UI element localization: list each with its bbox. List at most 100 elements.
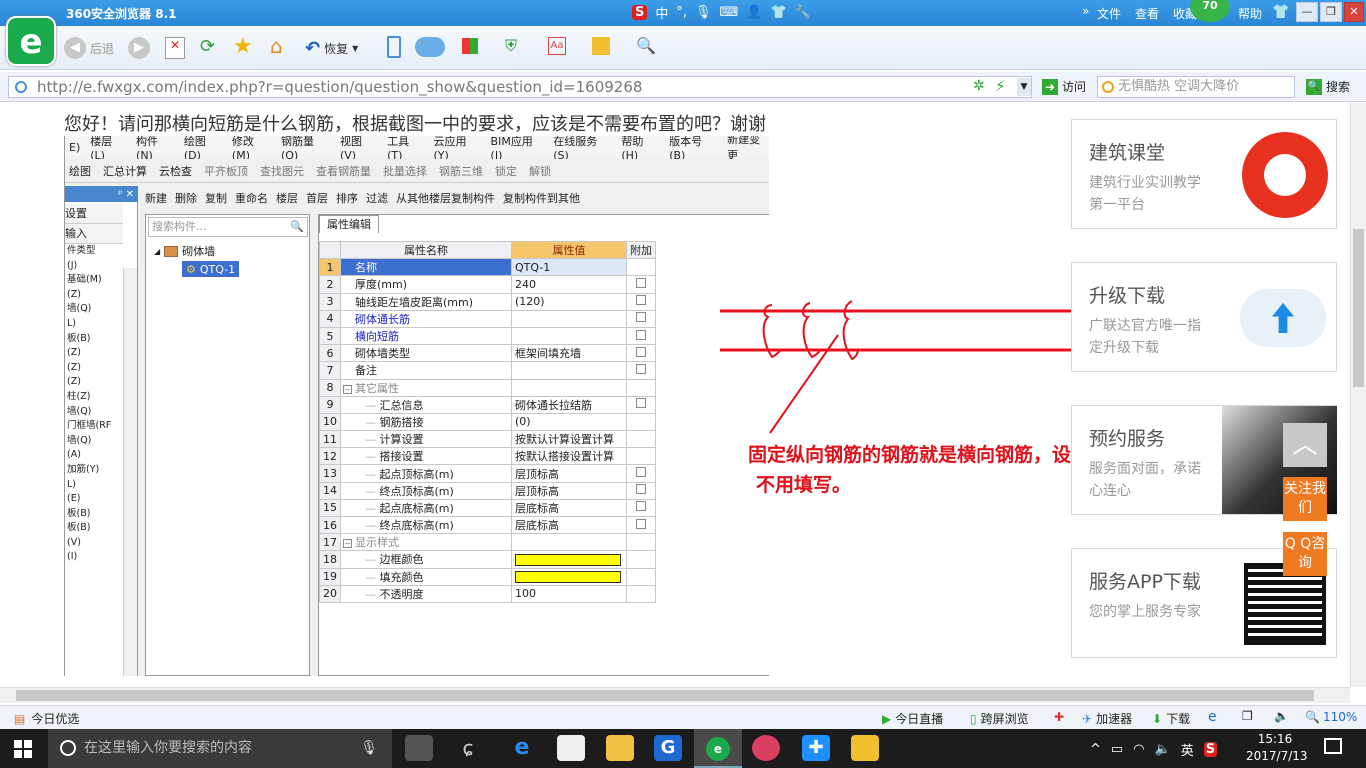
property-value[interactable] bbox=[511, 326, 627, 346]
property-value[interactable] bbox=[511, 378, 627, 397]
screenshot-icon[interactable] bbox=[592, 37, 610, 55]
go-button[interactable]: ➜ 访问 bbox=[1042, 78, 1086, 95]
module-scrollbar[interactable] bbox=[123, 268, 137, 676]
property-row[interactable]: 4 砌体通长筋 bbox=[319, 309, 656, 328]
software-toolbar2-button[interactable]: 复制构件到其他 bbox=[503, 190, 580, 206]
addon-checkbox[interactable] bbox=[636, 484, 646, 495]
browser-logo[interactable]: e bbox=[6, 16, 56, 66]
extension-icon[interactable]: ✚ bbox=[1054, 710, 1064, 724]
property-value[interactable]: 按默认计算设置计算 bbox=[511, 430, 627, 449]
property-row[interactable]: 11— 计算设置 按默认计算设置计算 bbox=[319, 430, 656, 449]
software-menu-item[interactable]: 视图(V) bbox=[340, 136, 377, 162]
property-row[interactable]: 8− 其它属性 bbox=[319, 378, 656, 397]
collapse-icon[interactable]: − bbox=[343, 384, 352, 394]
taskbar-search[interactable]: 在这里输入你要搜索的内容 🎙 bbox=[48, 729, 392, 768]
property-row[interactable]: 9— 汇总信息 砌体通长拉结筋 bbox=[319, 395, 656, 414]
window-icon[interactable]: ❐ bbox=[1242, 709, 1253, 723]
close-tab-icon[interactable]: ✕ bbox=[165, 37, 185, 59]
color-swatch[interactable] bbox=[515, 553, 621, 566]
zoom-control[interactable]: 🔍 110% bbox=[1305, 710, 1357, 724]
module-list-item[interactable]: 板(B) bbox=[65, 521, 123, 536]
property-value[interactable]: QTQ-1 bbox=[511, 258, 627, 277]
property-addon[interactable] bbox=[626, 326, 656, 346]
module-list-item[interactable]: L) bbox=[65, 317, 123, 332]
software-menu-item[interactable]: 修改(M) bbox=[232, 136, 271, 162]
favorite-star-icon[interactable]: ★ bbox=[233, 34, 253, 59]
sogou-tray-icon[interactable]: S bbox=[1203, 742, 1218, 757]
addon-checkbox[interactable] bbox=[636, 346, 646, 357]
property-value[interactable]: 砌体通长拉结筋 bbox=[511, 395, 627, 414]
loading-icon[interactable]: ✲ bbox=[973, 78, 985, 94]
addon-checkbox[interactable] bbox=[636, 312, 646, 323]
property-row[interactable]: 2 厚度(mm) 240 bbox=[319, 275, 656, 294]
glodon-app-icon[interactable]: G bbox=[654, 735, 682, 761]
maximize-button[interactable]: ❐ bbox=[1320, 2, 1342, 22]
menu-file[interactable]: 文件 bbox=[1097, 5, 1121, 22]
lightning-icon[interactable]: ⚡ bbox=[995, 77, 1006, 95]
forward-button[interactable]: ▶ bbox=[128, 37, 150, 59]
property-value[interactable]: 按默认搭接设置计算 bbox=[511, 447, 627, 466]
software-toolbar-button[interactable]: 汇总计算 bbox=[103, 163, 147, 179]
minimize-button[interactable]: — bbox=[1296, 2, 1318, 22]
module-list-item[interactable]: (Z) bbox=[65, 375, 123, 390]
taskview-icon[interactable] bbox=[405, 735, 433, 761]
search-button[interactable]: 🔍 搜索 bbox=[1306, 78, 1350, 95]
software-toolbar2-button[interactable]: 复制 bbox=[205, 190, 227, 206]
back-to-top-button[interactable]: ︿ bbox=[1283, 423, 1327, 467]
property-addon[interactable] bbox=[626, 498, 656, 518]
software-toolbar-button[interactable]: 云检查 bbox=[159, 163, 192, 179]
back-button[interactable]: ◀ 后退 bbox=[64, 36, 114, 60]
property-value[interactable]: 框架间填充墙 bbox=[511, 344, 627, 363]
module-list-item[interactable]: 加筋(Y) bbox=[65, 463, 123, 478]
property-value[interactable]: 层顶标高 bbox=[511, 464, 627, 483]
ie-icon[interactable]: e bbox=[1208, 709, 1217, 725]
property-addon[interactable] bbox=[626, 395, 656, 414]
property-row[interactable]: 12— 搭接设置 按默认搭接设置计算 bbox=[319, 447, 656, 466]
ad-card-download[interactable]: 升级下载 广联达官方唯一指定升级下载 bbox=[1071, 262, 1337, 372]
property-addon[interactable] bbox=[626, 515, 656, 535]
property-value[interactable]: (0) bbox=[511, 412, 627, 432]
software-menu-item[interactable]: 云应用(Y) bbox=[433, 136, 480, 162]
wifi-icon[interactable]: ◠ bbox=[1133, 742, 1144, 757]
property-row[interactable]: 15— 起点底标高(m) 层底标高 bbox=[319, 498, 656, 518]
start-button[interactable] bbox=[14, 740, 32, 758]
ad-card-classroom[interactable]: 建筑课堂 建筑行业实训教学第一平台 bbox=[1071, 119, 1337, 229]
software-toolbar-button[interactable]: 平齐板顶 bbox=[204, 163, 248, 179]
property-addon[interactable] bbox=[626, 292, 656, 311]
software-toolbar-button[interactable]: 钢筋三维 bbox=[439, 163, 483, 179]
addon-checkbox[interactable] bbox=[636, 398, 646, 409]
property-row[interactable]: 1 名称 QTQ-1 bbox=[319, 258, 656, 277]
url-dropdown-icon[interactable]: ▼ bbox=[1017, 78, 1031, 96]
chevron-right-icon[interactable]: » bbox=[1082, 4, 1089, 18]
property-row[interactable]: 19— 填充颜色 bbox=[319, 567, 656, 586]
module-list-item[interactable]: (V) bbox=[65, 536, 123, 551]
menu-view[interactable]: 查看 bbox=[1135, 5, 1159, 22]
component-search-input[interactable]: 搜索构件... 🔍 bbox=[148, 217, 308, 237]
plus-app-icon[interactable]: ✚ bbox=[802, 735, 830, 761]
module-list-item[interactable]: (A) bbox=[65, 448, 123, 463]
restore-button[interactable]: ↶ 恢复 ▼ bbox=[305, 36, 358, 60]
ime-indicator[interactable]: 英 bbox=[1181, 740, 1194, 759]
property-addon[interactable] bbox=[626, 481, 656, 500]
addon-checkbox[interactable] bbox=[636, 467, 646, 478]
module-list-item[interactable]: (Z) bbox=[65, 361, 123, 376]
software-menu-item[interactable]: 工具(T) bbox=[387, 136, 423, 162]
live-button[interactable]: ▶ 今日直播 bbox=[882, 710, 943, 727]
property-row[interactable]: 5 横向短筋 bbox=[319, 326, 656, 346]
software-toolbar-button[interactable]: 绘图 bbox=[69, 163, 91, 179]
software-menu-item[interactable]: 绘图(D) bbox=[184, 136, 222, 162]
software-menu-item[interactable]: 构件(N) bbox=[136, 136, 174, 162]
refresh-icon[interactable]: ⟳ bbox=[200, 36, 215, 57]
software-toolbar2-button[interactable]: 过滤 bbox=[366, 190, 388, 206]
collapse-icon[interactable]: − bbox=[343, 539, 352, 549]
apps-icon[interactable] bbox=[462, 38, 478, 54]
module-list-item[interactable]: 输入 bbox=[65, 224, 123, 244]
property-value[interactable]: 100 bbox=[511, 584, 627, 603]
store-icon[interactable] bbox=[557, 735, 585, 761]
module-list-item[interactable]: 板(B) bbox=[65, 332, 123, 347]
edge-icon[interactable]: e bbox=[508, 735, 536, 761]
module-list-item[interactable]: 门框墙(RF bbox=[65, 419, 123, 434]
tab-property-edit[interactable]: 属性编辑 bbox=[319, 215, 379, 233]
module-list-item[interactable]: (Z) bbox=[65, 346, 123, 361]
property-value[interactable]: 层底标高 bbox=[511, 515, 627, 535]
